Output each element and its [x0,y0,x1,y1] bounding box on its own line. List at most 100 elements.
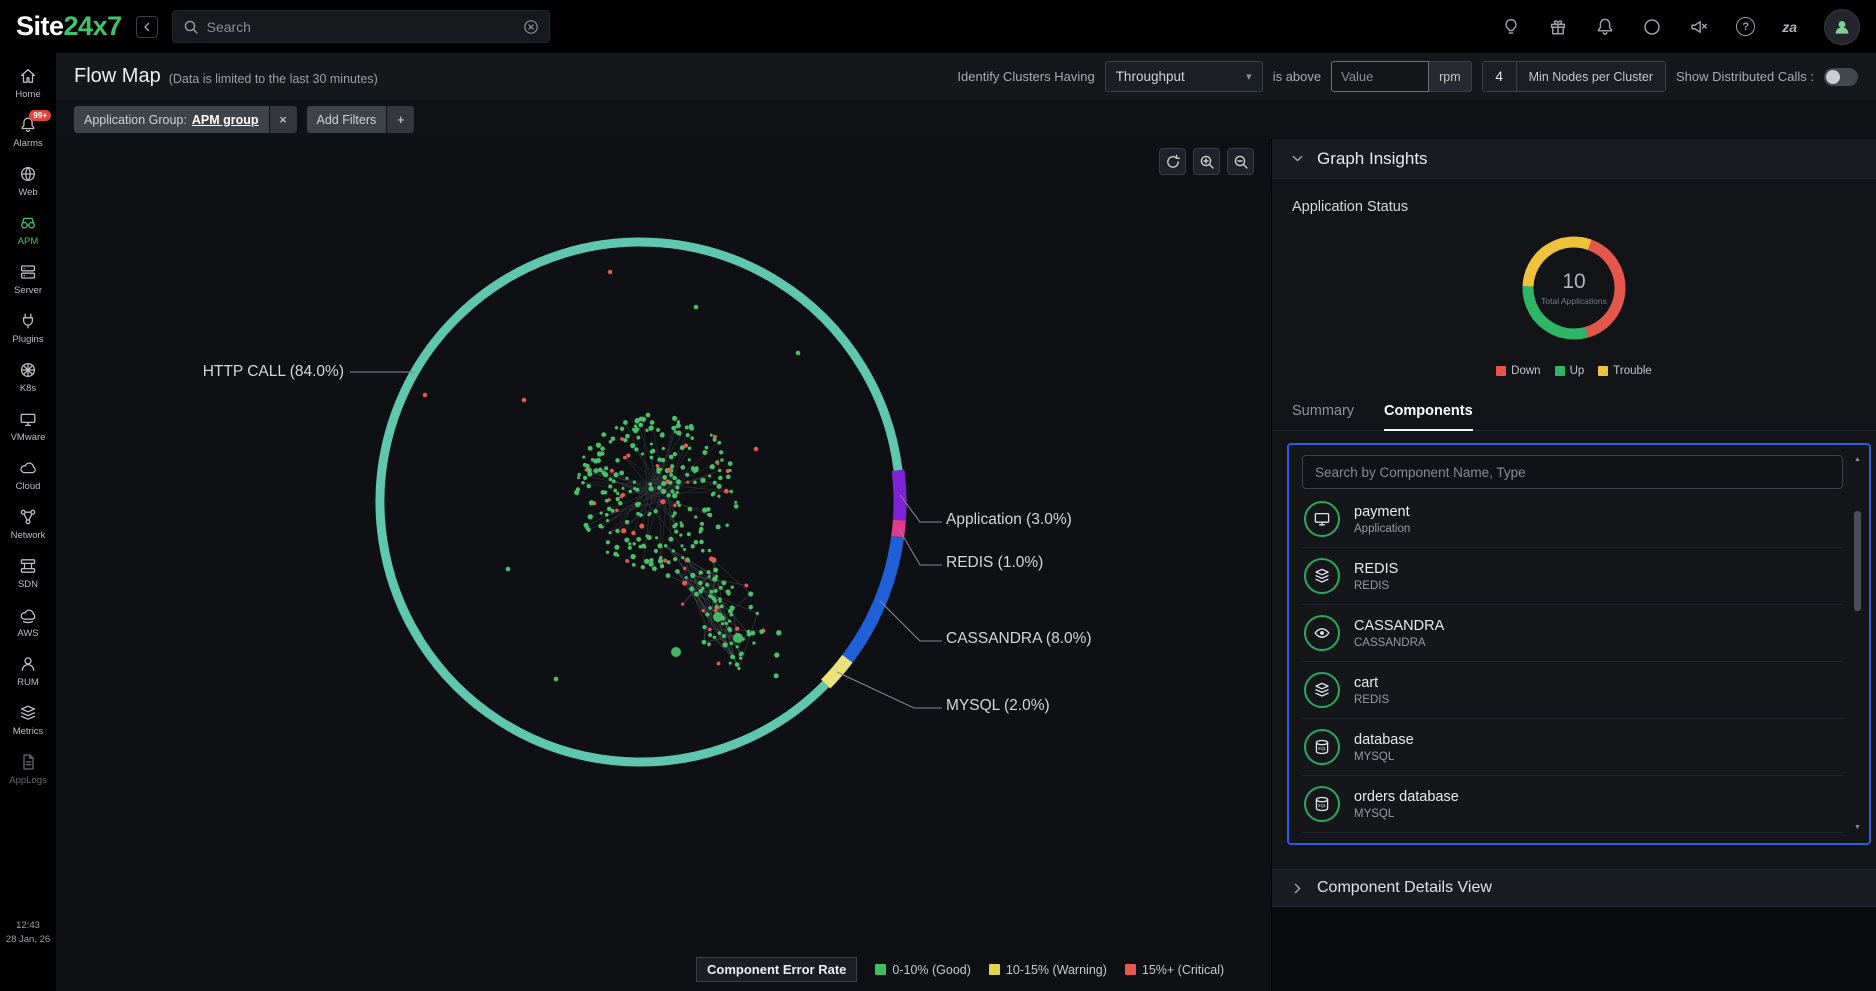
redis-stack-icon [1304,672,1340,708]
user-avatar[interactable] [1824,9,1860,45]
critical-swatch [1125,964,1136,975]
announcements-muted-icon[interactable] [1689,17,1709,37]
sidebar-item-vmware[interactable]: VMware [0,402,56,451]
globe-icon [19,165,37,183]
insights-tabs: Summary Components [1272,403,1876,431]
component-row-redis[interactable]: REDISREDIS [1302,548,1843,605]
trouble-swatch [1598,366,1608,376]
zoom-in-button[interactable] [1193,148,1220,175]
refresh-button[interactable] [1159,148,1186,175]
help-icon[interactable]: ? [1736,17,1755,36]
up-swatch [1555,366,1565,376]
group-filter-value[interactable]: APM group [192,113,259,127]
add-filters-chip: Add Filters + [307,106,415,133]
sidebar-item-apm[interactable]: APM [0,206,56,255]
k8s-wheel-icon [19,361,37,379]
graph-insights-header[interactable]: Graph Insights [1272,139,1876,179]
clock-time: 12:43 [6,919,50,933]
collapse-arrow-icon [141,21,153,33]
min-nodes-input[interactable]: 4 [1483,62,1517,91]
sidebar-item-web[interactable]: Web [0,157,56,206]
sidebar-item-network[interactable]: Network [0,500,56,549]
sidebar-collapse-button[interactable] [136,16,158,38]
add-filters-button[interactable]: Add Filters [307,106,387,133]
tab-summary[interactable]: Summary [1292,403,1354,430]
sidebar-item-sdn[interactable]: SDN [0,549,56,598]
components-scrollbar[interactable]: ▲ ▼ [1852,455,1863,833]
group-filter-label: Application Group: [84,113,187,127]
min-nodes-label: Min Nodes per Cluster [1517,62,1665,91]
gift-icon[interactable] [1548,17,1568,37]
close-icon: × [279,112,287,127]
svg-text:SQL: SQL [1318,746,1327,751]
component-row-cassandra[interactable]: CASSANDRACASSANDRA [1302,605,1843,662]
application-group-filter[interactable]: Application Group: APM group [74,106,269,133]
global-search[interactable] [172,10,550,43]
application-status-donut: 10 Total Applications [1509,223,1639,353]
legend-item-up: Up [1555,365,1585,377]
status-circle-icon[interactable] [1642,17,1662,37]
scroll-up-icon[interactable]: ▲ [1854,455,1861,465]
component-row-payment[interactable]: paymentApplication [1302,491,1843,548]
error-rate-legend: Component Error Rate 0-10% (Good) 10-15%… [696,957,1224,982]
global-search-input[interactable] [207,19,515,35]
tab-components[interactable]: Components [1384,403,1473,431]
distributed-calls-toggle[interactable] [1824,68,1858,86]
network-nodes-icon [19,508,37,526]
sidebar-item-applogs[interactable]: AppLogs [0,745,56,794]
bulb-icon[interactable] [1501,17,1521,37]
applogs-document-icon [19,753,37,771]
status-donut-chart [1509,223,1639,353]
sidebar-item-cloud[interactable]: Cloud [0,451,56,500]
plus-icon-button[interactable]: + [387,106,414,133]
notifications-bell-icon[interactable] [1595,17,1615,37]
mysql-database-icon: SQL [1304,729,1340,765]
search-icon [183,19,199,35]
sidebar-item-rum[interactable]: RUM [0,647,56,696]
sidebar-item-aws[interactable]: AWS [0,598,56,647]
remove-filter-button[interactable]: × [270,106,297,133]
flow-map-canvas[interactable]: HTTP CALL (84.0%)Application (3.0%)REDIS… [56,139,1271,991]
site24x7-logo[interactable]: Site24x7 [16,11,122,42]
components-list-box: paymentApplication REDISREDIS CASSANDRAC… [1287,443,1871,845]
flow-map-chart [56,139,1271,991]
component-row-database[interactable]: SQL databaseMYSQL [1302,719,1843,776]
aws-cloud-icon [19,606,37,624]
sidebar-item-alarms[interactable]: 99+ Alarms [0,108,56,157]
clear-search-icon[interactable] [523,19,539,35]
component-details-title: Component Details View [1317,879,1492,897]
home-icon [19,67,37,85]
component-details-header[interactable]: Component Details View [1272,869,1876,907]
page-header: Flow Map (Data is limited to the last 30… [56,53,1876,100]
threshold-value-input[interactable] [1331,61,1429,92]
sidebar-item-server[interactable]: Server [0,255,56,304]
application-icon [1304,501,1340,537]
scrollbar-thumb[interactable] [1854,511,1861,611]
legend-item-down: Down [1496,365,1540,377]
sdn-switch-icon [19,557,37,575]
component-row-orders-database[interactable]: SQL orders databaseMYSQL [1302,776,1843,833]
filter-bar: Application Group: APM group × Add Filte… [56,100,1876,139]
sidebar-item-metrics[interactable]: Metrics [0,696,56,745]
scroll-down-icon[interactable]: ▼ [1854,823,1861,833]
zoho-apps-icon[interactable]: za [1782,19,1797,35]
component-search-input[interactable] [1302,455,1843,489]
cluster-controls: Identify Clusters Having Throughput ▾ is… [957,61,1858,92]
metric-dropdown[interactable]: Throughput ▾ [1105,61,1263,92]
sidebar-item-plugins[interactable]: Plugins [0,304,56,353]
component-row-cart[interactable]: cartREDIS [1302,662,1843,719]
alarm-count-badge: 99+ [29,110,51,121]
cloud-icon [19,459,37,477]
sidebar-item-home[interactable]: Home [0,59,56,108]
svg-text:SQL: SQL [1318,803,1327,808]
legend-item-critical: 15%+ (Critical) [1125,963,1224,977]
page-title: Flow Map [74,65,161,88]
panel-fill [1272,907,1876,991]
toggle-knob [1826,70,1840,84]
min-nodes-group: 4 Min Nodes per Cluster [1482,61,1666,92]
sidebar-item-k8s[interactable]: K8s [0,353,56,402]
server-icon [19,263,37,281]
zoom-out-button[interactable] [1227,148,1254,175]
application-status-title: Application Status [1292,199,1876,215]
down-swatch [1496,366,1506,376]
